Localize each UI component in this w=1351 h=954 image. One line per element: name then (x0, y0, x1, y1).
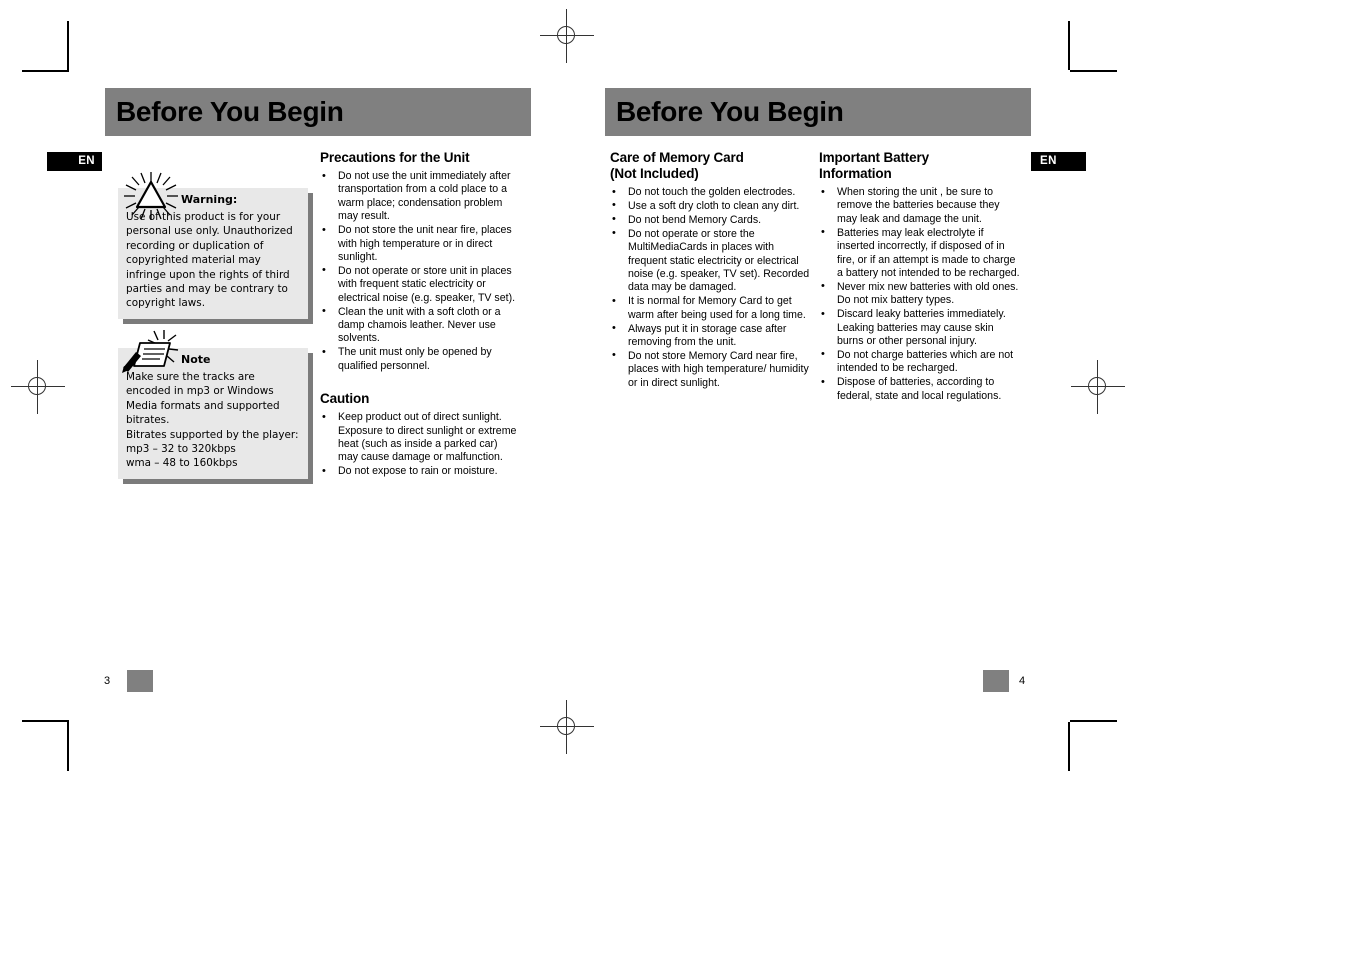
language-badge-right: EN (1031, 152, 1086, 171)
crop-mark-bottom-left-vertical (67, 722, 69, 771)
warning-triangle-burst-icon (120, 170, 182, 222)
list-item: Do not operate or store the MultiMediaCa… (610, 227, 810, 295)
list-item: Batteries may leak electrolyte if insert… (819, 226, 1021, 281)
crop-mark-top-right-vertical (1068, 21, 1070, 70)
page-header-bar-left: Before You Begin (105, 88, 531, 136)
caution-list: Keep product out of direct sunlight. Exp… (320, 411, 520, 479)
list-item: Always put it in storage case after remo… (610, 322, 810, 350)
caution-heading: Caution (320, 391, 370, 407)
list-item: Dispose of batteries, according to feder… (819, 376, 1021, 403)
note-callout: Note Make sure the tracks are encoded in… (118, 330, 313, 484)
note-pen-paper-icon (120, 326, 182, 378)
battery-list: When storing the unit , be sure to remov… (819, 185, 1021, 403)
list-item: Do not bend Memory Cards. (610, 213, 810, 227)
registration-mark-left-middle (11, 360, 65, 414)
memory-card-heading-line1: Care of Memory Card (610, 150, 744, 165)
memory-card-heading-line2: (Not Included) (610, 166, 699, 181)
folio-marker-right (983, 670, 1009, 692)
crop-mark-bottom-right-vertical (1068, 722, 1070, 771)
list-item: Do not use the unit immediately after tr… (320, 170, 520, 224)
crop-mark-bottom-right-horizontal (1070, 720, 1117, 722)
list-item: Use a soft dry cloth to clean any dirt. (610, 199, 810, 213)
precautions-heading: Precautions for the Unit (320, 150, 470, 165)
battery-column: Important Battery Information When stori… (819, 150, 1021, 404)
page-title-right: Before You Begin (616, 96, 844, 127)
note-title: Note (181, 353, 211, 366)
crop-mark-top-left-vertical (67, 21, 69, 70)
list-item: Do not store the unit near fire, places … (320, 224, 520, 264)
list-item: Do not charge batteries which are not in… (819, 348, 1021, 376)
list-item: Clean the unit with a soft cloth or a da… (320, 305, 520, 346)
memory-card-column: Care of Memory Card (Not Included) Do no… (610, 150, 810, 391)
registration-mark-right-middle (1071, 360, 1125, 414)
list-item: Keep product out of direct sunlight. Exp… (320, 411, 520, 465)
registration-mark-bottom-center (540, 700, 594, 754)
battery-heading-line2: Information (819, 166, 892, 181)
folio-number-right: 4 (1019, 675, 1026, 687)
list-item: Do not expose to rain or moisture. (320, 465, 520, 479)
language-badge-left: EN (47, 152, 102, 171)
page-title-left: Before You Begin (116, 96, 344, 127)
list-item: Discard leaky batteries immediately. Lea… (819, 308, 1021, 348)
note-body: Make sure the tracks are encoded in mp3 … (126, 371, 299, 470)
battery-heading-line1: Important Battery (819, 150, 929, 165)
memory-card-list: Do not touch the golden electrodes. Use … (610, 185, 810, 390)
list-item: Do not operate or store unit in places w… (320, 264, 520, 305)
crop-mark-top-right-horizontal (1070, 70, 1117, 72)
warning-callout: Warning: Use of this product is for your… (118, 172, 313, 324)
registration-mark-top-center (540, 9, 594, 63)
list-item: Do not store Memory Card near fire, plac… (610, 349, 810, 390)
list-item: The unit must only be opened by qualifie… (320, 346, 520, 373)
crop-mark-bottom-left-horizontal (22, 720, 69, 722)
list-item: It is normal for Memory Card to get warm… (610, 295, 810, 322)
warning-body: Use of this product is for your personal… (126, 211, 293, 310)
warning-title: Warning: (181, 193, 238, 206)
list-item: When storing the unit , be sure to remov… (819, 185, 1021, 226)
folio-marker-left (127, 670, 153, 692)
list-item: Do not touch the golden electrodes. (610, 185, 810, 199)
folio-number-left: 3 (104, 675, 111, 687)
crop-mark-top-left-horizontal (22, 70, 69, 72)
precautions-list: Do not use the unit immediately after tr… (320, 170, 520, 373)
precautions-column: Precautions for the Unit Do not use the … (320, 150, 520, 479)
list-item: Never mix new batteries with old ones. D… (819, 280, 1021, 308)
page-header-bar-right: Before You Begin (605, 88, 1031, 136)
